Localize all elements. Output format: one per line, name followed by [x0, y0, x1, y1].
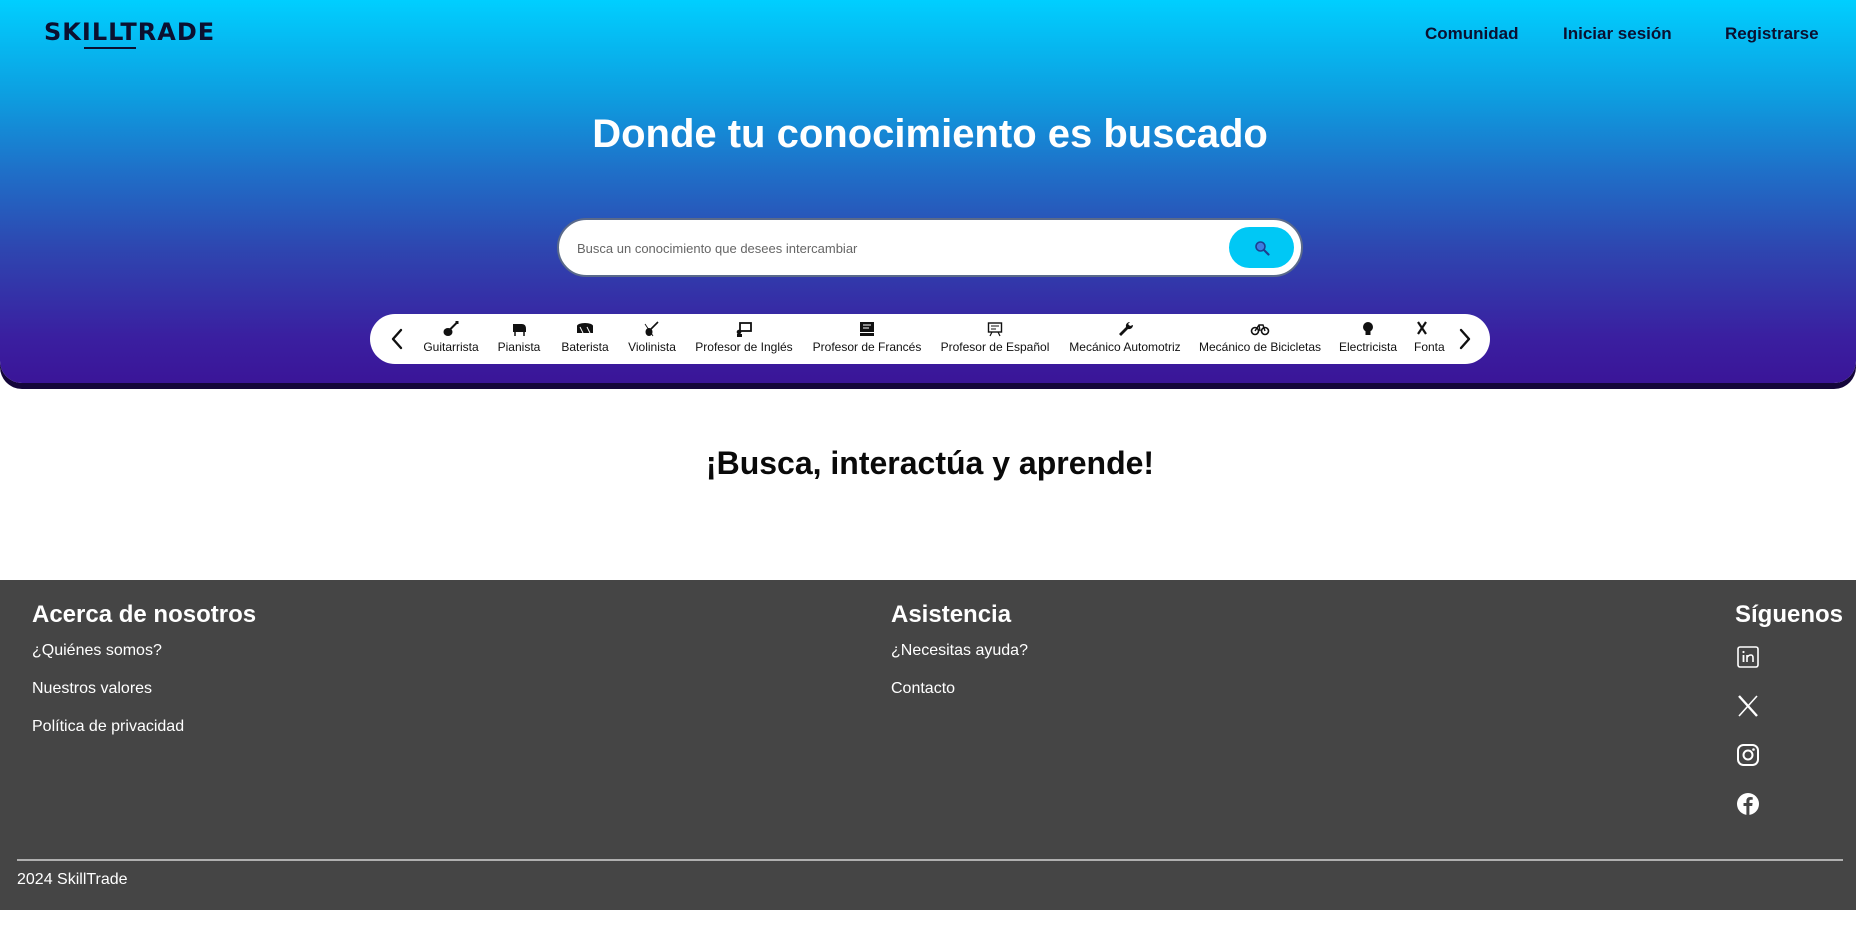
category-item-mecanico-automotriz[interactable]: Mecánico Automotriz [1068, 320, 1182, 360]
logo[interactable]: SKILLTRADE [44, 18, 215, 46]
category-carousel: Guitarrista Pianista Baterista Violinist… [370, 314, 1490, 364]
chevron-right-icon [1459, 328, 1471, 350]
category-item-violinista[interactable]: Violinista [626, 320, 678, 360]
footer-social-heading: Síguenos [1735, 601, 1844, 628]
category-label: Profesor de Inglés [695, 340, 793, 354]
category-label: Pianista [497, 340, 541, 354]
category-label: Profesor de Español [940, 340, 1050, 354]
carousel-next-button[interactable] [1452, 326, 1478, 352]
footer-link-ayuda[interactable]: ¿Necesitas ayuda? [891, 642, 1028, 660]
category-item-guitarrista[interactable]: Guitarrista [420, 320, 482, 360]
hero-section: SKILLTRADE Comunidad Iniciar sesión Regi… [0, 0, 1856, 383]
footer-support-heading: Asistencia [891, 601, 1012, 628]
category-label: Mecánico de Bicicletas [1198, 340, 1322, 354]
search-input[interactable] [577, 230, 1197, 266]
category-item-mecanico-bicicletas[interactable]: Mecánico de Bicicletas [1198, 320, 1322, 360]
footer-link-contacto[interactable]: Contacto [891, 680, 955, 698]
nav-community-link[interactable]: Comunidad [1425, 24, 1519, 44]
copyright-text: 2024 SkillTrade [17, 871, 128, 888]
x-icon[interactable] [1735, 693, 1761, 719]
footer-about-heading: Acerca de nosotros [32, 601, 257, 628]
carousel-prev-button[interactable] [384, 326, 410, 352]
classroom-icon [987, 322, 1003, 337]
piano-icon [513, 324, 526, 336]
drum-icon [577, 323, 593, 334]
chalkboard-icon [860, 322, 874, 336]
category-label: Guitarrista [423, 340, 479, 354]
facebook-icon[interactable] [1735, 791, 1761, 817]
category-item-electricista[interactable]: Electricista [1338, 320, 1398, 360]
wrench-icon [1119, 321, 1134, 336]
nav-register-link[interactable]: Registrarse [1725, 24, 1819, 44]
plumbing-icon [1417, 321, 1427, 335]
category-item-profesor-espanol[interactable]: Profesor de Español [940, 320, 1050, 360]
lightbulb-icon [1363, 322, 1373, 335]
category-label: Baterista [561, 340, 609, 354]
category-label: Mecánico Automotriz [1069, 340, 1181, 354]
search-button[interactable] [1229, 227, 1294, 268]
logo-underline [84, 47, 136, 49]
category-label: Violinista [628, 340, 676, 354]
search-icon [1254, 240, 1270, 256]
violin-icon [644, 321, 659, 337]
guitar-icon [443, 321, 459, 336]
footer-divider [17, 859, 1843, 861]
instagram-icon[interactable] [1735, 742, 1761, 768]
hero-title: Donde tu conocimiento es buscado [592, 112, 1268, 156]
footer: Acerca de nosotros ¿Quiénes somos? Nuest… [0, 580, 1856, 910]
teacher-board-icon [736, 322, 752, 337]
category-item-pianista[interactable]: Pianista [494, 320, 544, 360]
footer-link-quienes-somos[interactable]: ¿Quiénes somos? [32, 642, 162, 660]
category-item-profesor-frances[interactable]: Profesor de Francés [812, 320, 922, 360]
nav-login-link[interactable]: Iniciar sesión [1563, 24, 1672, 44]
category-item-profesor-ingles[interactable]: Profesor de Inglés [693, 320, 795, 360]
linkedin-icon[interactable] [1735, 644, 1761, 670]
category-label: Electricista [1338, 340, 1397, 354]
category-item-baterista[interactable]: Baterista [558, 320, 612, 360]
search-bar [557, 218, 1303, 277]
footer-link-privacidad[interactable]: Política de privacidad [32, 718, 184, 736]
category-label: Profesor de Francés [812, 340, 922, 354]
chevron-left-icon [391, 328, 403, 350]
section-subtitle: ¡Busca, interactúa y aprende! [705, 445, 1155, 481]
footer-link-nuestros-valores[interactable]: Nuestros valores [32, 680, 152, 698]
category-list: Guitarrista Pianista Baterista Violinist… [420, 314, 1460, 364]
bicycle-icon [1250, 324, 1270, 336]
